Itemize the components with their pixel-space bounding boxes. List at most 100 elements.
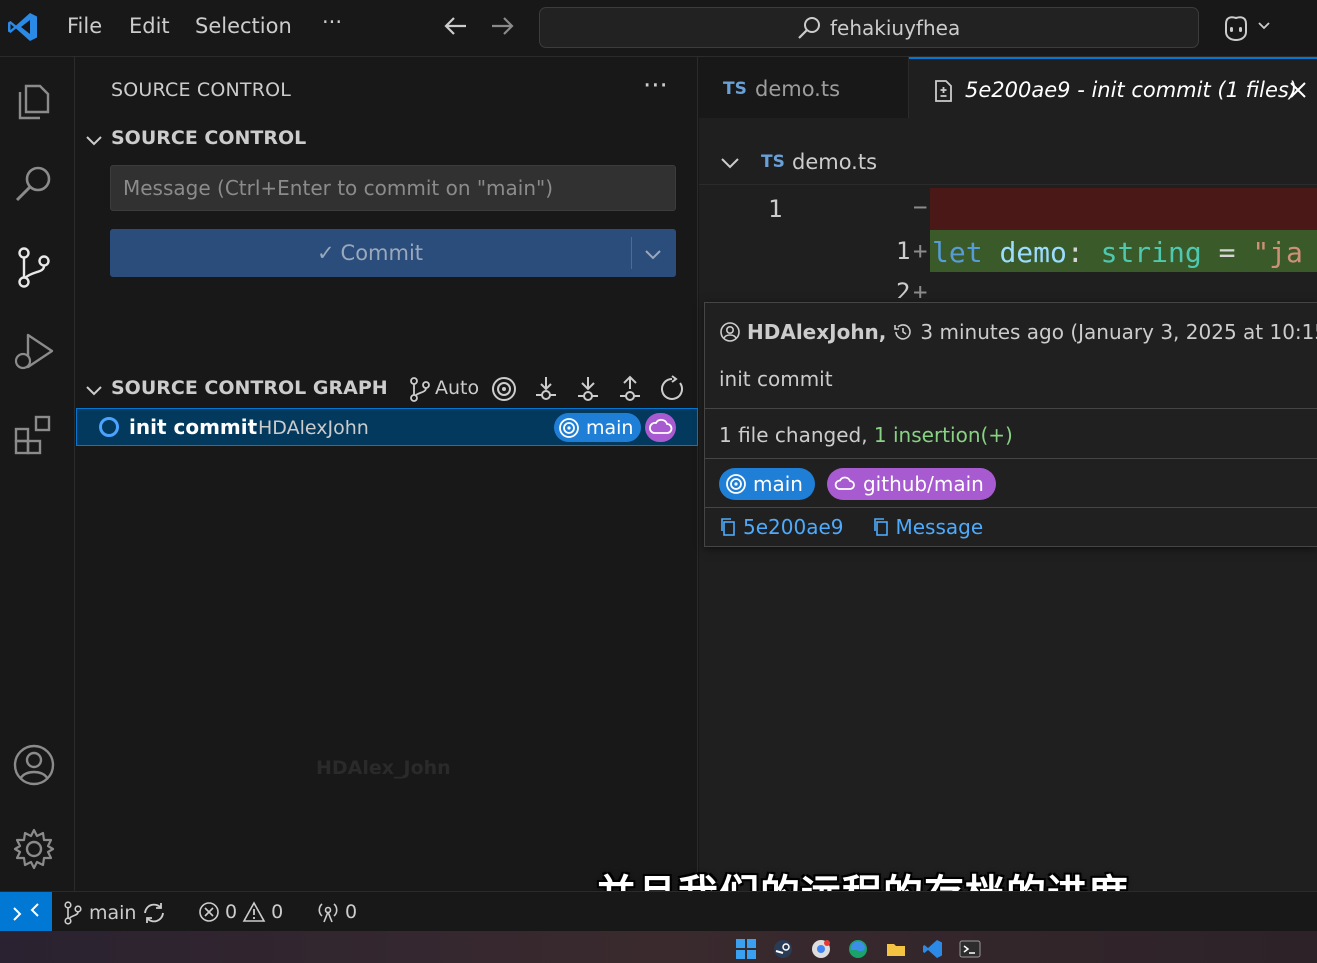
code-token: "ja <box>1252 236 1303 269</box>
copy-message-link[interactable]: Message <box>872 515 984 539</box>
hover-commit-message: init commit <box>719 367 833 391</box>
account-icon[interactable] <box>12 743 56 787</box>
copy-hash-link[interactable]: 5e200ae9 <box>719 515 844 539</box>
os-taskbar <box>0 931 1317 963</box>
target-icon <box>726 474 746 494</box>
sidebar-title: SOURCE CONTROL <box>111 79 292 101</box>
fetch-icon[interactable] <box>532 375 560 403</box>
vscode-logo[interactable] <box>6 10 40 44</box>
branch-badge-main[interactable]: main <box>554 413 642 442</box>
commit-message-input[interactable] <box>110 165 676 211</box>
terminal-icon[interactable] <box>959 938 981 960</box>
arrow-right-icon[interactable] <box>488 12 516 40</box>
graph-auto-label[interactable]: Auto <box>435 377 479 399</box>
push-icon[interactable] <box>616 375 644 403</box>
activity-bar <box>0 57 75 891</box>
chrome-icon[interactable] <box>810 938 832 960</box>
error-count: 0 <box>225 901 238 923</box>
branch-badge-main[interactable]: main <box>719 468 815 500</box>
check-icon: ✓ <box>316 241 335 265</box>
copy-message-label: Message <box>895 515 984 539</box>
command-center-search[interactable]: fehakiuyfhea <box>539 7 1199 48</box>
windows-start-icon[interactable] <box>735 938 757 960</box>
menu-selection[interactable]: Selection <box>195 14 292 38</box>
status-bar: main 0 0 0 <box>0 891 1317 932</box>
tab-demo-ts[interactable]: TS demo.ts <box>699 57 909 118</box>
deleted-line-highlight <box>930 188 1317 230</box>
error-icon <box>199 902 219 922</box>
sync-icon[interactable] <box>141 901 167 925</box>
branch-status[interactable]: main <box>62 901 167 925</box>
typescript-icon: TS <box>761 152 785 172</box>
source-control-graph-header[interactable]: SOURCE CONTROL GRAPH <box>76 373 698 407</box>
branch-name: main <box>89 902 137 924</box>
diff-file-header[interactable]: TS demo.ts <box>699 141 1317 185</box>
more-actions-button[interactable]: ··· <box>643 71 668 101</box>
menu-edit[interactable]: Edit <box>129 14 170 38</box>
tab-label: 5e200ae9 - init commit (1 files) <box>965 78 1298 102</box>
copilot-icon[interactable] <box>1220 12 1252 44</box>
old-line-number: 1 <box>768 195 783 223</box>
remote-indicator-button[interactable] <box>0 892 52 932</box>
branch-badge-label: main <box>586 416 634 439</box>
section-label: SOURCE CONTROL GRAPH <box>111 377 388 399</box>
branch-icon[interactable] <box>406 375 434 403</box>
cloud-icon <box>834 476 855 490</box>
search-icon <box>798 17 820 39</box>
copy-icon <box>873 518 888 536</box>
arrow-left-icon[interactable] <box>442 12 470 40</box>
hover-stats: 1 file changed, 1 insertion(+) <box>719 423 1013 447</box>
ports-count: 0 <box>345 901 358 923</box>
hover-author-row: HDAlexJohn, 3 minutes ago (January 3, 20… <box>719 320 1317 344</box>
code-token: string <box>1100 236 1202 269</box>
code-token: demo <box>999 236 1067 269</box>
remote-badge[interactable] <box>645 413 676 442</box>
account-icon <box>720 322 740 342</box>
ports-status[interactable]: 0 <box>316 901 357 923</box>
menu-file[interactable]: File <box>67 14 102 38</box>
typescript-icon: TS <box>723 79 747 99</box>
steam-icon[interactable] <box>772 938 794 960</box>
title-bar: File Edit Selection ··· fehakiuyfhea <box>0 0 1317 57</box>
settings-gear-icon[interactable] <box>12 827 56 871</box>
source-control-section-header[interactable]: SOURCE CONTROL <box>76 123 698 157</box>
tab-commit-diff[interactable]: 5e200ae9 - init commit (1 files) <box>909 57 1317 118</box>
hover-timestamp: 3 minutes ago (January 3, 2025 at 10:15 … <box>920 320 1317 344</box>
commit-node-icon <box>99 417 119 437</box>
remote-branch-badge[interactable]: github/main <box>826 468 996 500</box>
commit-button[interactable]: ✓ Commit <box>110 229 676 277</box>
source-control-icon[interactable] <box>12 245 56 289</box>
chevron-down-icon <box>86 386 102 396</box>
commit-label-text: Commit <box>340 241 424 265</box>
diff-view[interactable]: 1 − 1 + let demo: string = "ja 2 + <box>699 188 1317 308</box>
menu-more[interactable]: ··· <box>322 10 342 34</box>
deleted-marker: − <box>913 193 928 221</box>
pull-icon[interactable] <box>574 375 602 403</box>
problems-status[interactable]: 0 0 <box>198 901 283 923</box>
search-icon[interactable] <box>12 161 56 205</box>
vscode-taskbar-icon[interactable] <box>922 938 944 960</box>
watermark-text: HDAlex_John <box>316 757 451 779</box>
diff-file-icon <box>935 80 952 102</box>
file-explorer-icon[interactable] <box>885 938 907 960</box>
inserted-marker: + <box>913 278 928 298</box>
hover-links: 5e200ae9 Message <box>719 515 983 539</box>
explorer-icon[interactable] <box>12 78 56 122</box>
chevron-down-icon[interactable] <box>643 244 663 264</box>
new-line-number: 2 <box>896 278 911 298</box>
warning-count: 0 <box>271 901 284 923</box>
chevron-down-icon[interactable] <box>1256 17 1272 33</box>
graph-commit-row[interactable]: init commit HDAlexJohn main <box>76 408 698 446</box>
commit-message: init commit <box>129 415 258 439</box>
edge-icon[interactable] <box>847 938 869 960</box>
close-icon[interactable] <box>1287 79 1309 101</box>
chevron-down-icon <box>721 158 739 169</box>
warning-icon <box>242 901 266 922</box>
run-debug-icon[interactable] <box>12 329 56 373</box>
editor-tab-bar: TS demo.ts 5e200ae9 - init commit (1 fil… <box>699 57 1317 118</box>
refresh-icon[interactable] <box>658 375 686 403</box>
target-icon[interactable] <box>490 375 518 403</box>
extensions-icon[interactable] <box>12 413 56 457</box>
commit-button-label: ✓ Commit <box>110 241 630 265</box>
